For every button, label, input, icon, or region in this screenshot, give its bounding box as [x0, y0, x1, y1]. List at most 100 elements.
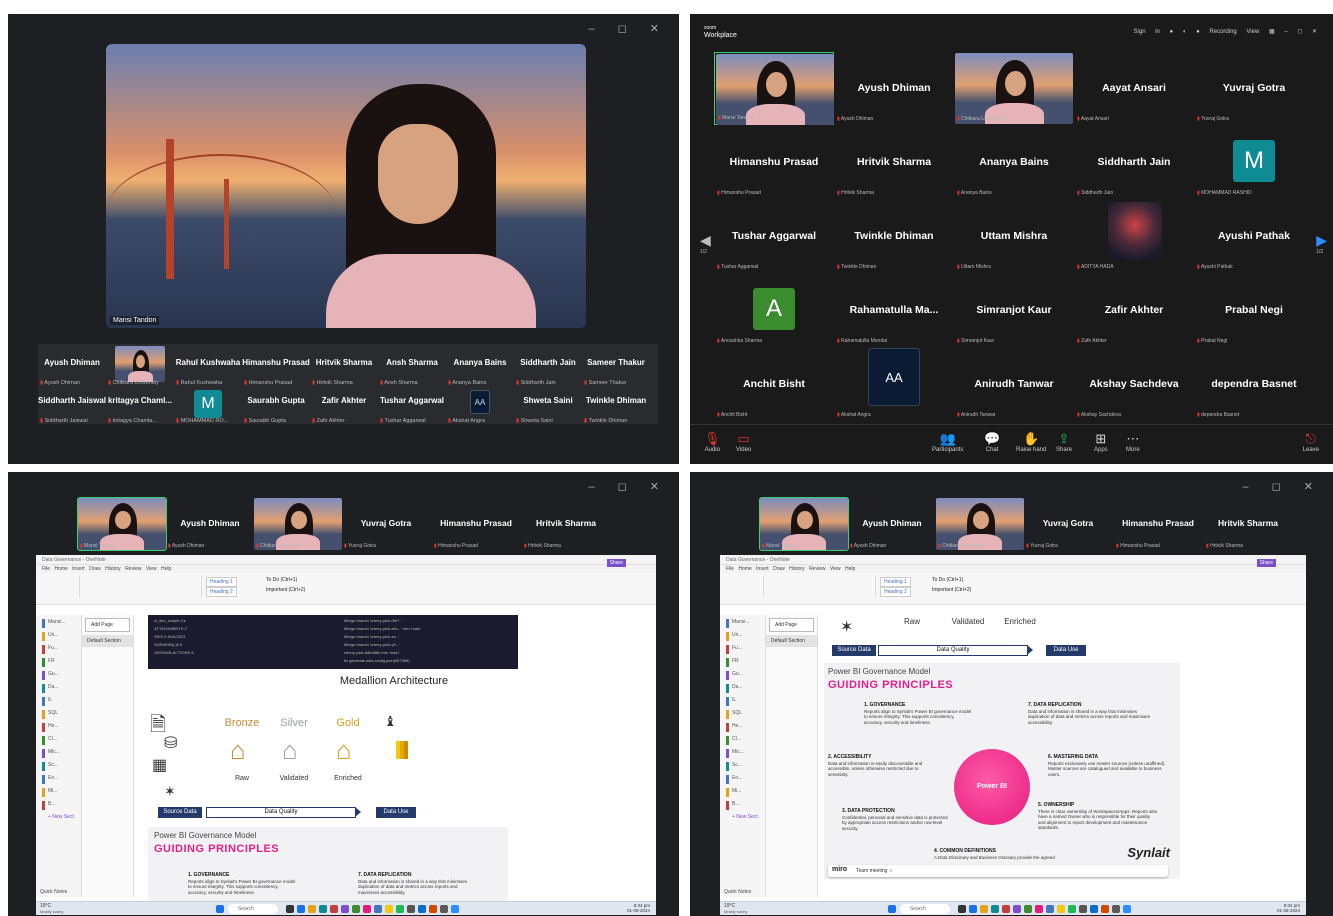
taskbar-app-icon[interactable]: [969, 905, 977, 913]
participant-tile[interactable]: Simranjot Kaur Simranjot Kaur: [954, 274, 1074, 347]
style-heading2[interactable]: Heading 2: [880, 587, 911, 597]
apps-button[interactable]: ⊞ Apps: [1094, 431, 1108, 453]
taskbar-app-icon[interactable]: [341, 905, 349, 913]
participant-tile[interactable]: Twinkle Dhiman Twinkle Dhiman: [834, 200, 954, 273]
participant-tile[interactable]: AA Akshat Angra: [834, 348, 954, 421]
participant-tile[interactable]: Saurabh Gupta Saurabh Gupta: [242, 390, 310, 426]
share-button[interactable]: Share: [606, 559, 626, 567]
audio-button[interactable]: 🎙 Audio: [704, 431, 721, 453]
participant-tile[interactable]: Twinkle Dhiman Twinkle Dhiman: [582, 390, 650, 426]
participant-tile[interactable]: Chitkara University: [936, 498, 1024, 550]
prev-page-arrow[interactable]: ◀ 1/2: [700, 232, 711, 255]
participant-tile[interactable]: ADITYA HADA: [1074, 200, 1194, 273]
taskbar-search[interactable]: Search: [228, 904, 278, 914]
sidebar-section[interactable]: Da...: [42, 684, 81, 693]
miro-board-name[interactable]: Team meeting ☆: [856, 868, 893, 874]
taskbar-app-icon[interactable]: [429, 905, 437, 913]
participant-tile[interactable]: Himanshu Prasad Himanshu Prasad: [1114, 498, 1202, 550]
quick-notes[interactable]: Quick Notes: [40, 889, 67, 895]
section-item[interactable]: Default Section: [82, 635, 133, 647]
add-page-button[interactable]: Add Page: [85, 618, 130, 632]
tag-important[interactable]: Important (Ctrl+2): [932, 587, 971, 593]
sidebar-section[interactable]: IL: [42, 697, 81, 706]
taskbar-app-icon[interactable]: [1035, 905, 1043, 913]
onenote-menu[interactable]: File Home Insert Draw History Review Vie…: [36, 565, 656, 573]
tag-important[interactable]: Important (Ctrl+2): [266, 587, 305, 593]
participant-tile[interactable]: Himanshu Prasad Himanshu Prasad: [432, 498, 520, 550]
sidebar-section[interactable]: Sc...: [726, 762, 765, 771]
participant-tile[interactable]: Chitkara University: [254, 498, 342, 550]
participant-tile[interactable]: Hritvik Sharma Hritvik Sharma: [1204, 498, 1292, 550]
sidebar-section[interactable]: FR: [42, 658, 81, 667]
participant-tile[interactable]: Yuvraj Gotra Yuvraj Gotra: [1024, 498, 1112, 550]
tag-todo[interactable]: To Do (Ctrl+1): [266, 577, 297, 583]
taskbar-app-icon[interactable]: [1046, 905, 1054, 913]
participant-tile[interactable]: Siddharth Jain Siddharth Jain: [514, 352, 582, 388]
taskbar[interactable]: 19°C Mostly sunny Search 8:34 pm 01-08-20…: [720, 901, 1306, 915]
sidebar-section[interactable]: He...: [726, 723, 765, 732]
tag-todo[interactable]: To Do (Ctrl+1): [932, 577, 963, 583]
participant-tile[interactable]: Akshay Sachdeva Akshay Sachdeva: [1074, 348, 1194, 421]
chat-button[interactable]: 💬 Chat: [984, 431, 1000, 453]
onenote-ribbon[interactable]: Heading 1 Heading 2 To Do (Ctrl+1) Impor…: [36, 559, 656, 605]
sidebar-section[interactable]: Sc...: [42, 762, 81, 771]
sidebar-section[interactable]: Fu...: [726, 645, 765, 654]
participant-tile[interactable]: Chitkara University: [106, 346, 174, 388]
taskbar-app-icon[interactable]: [1002, 905, 1010, 913]
quick-notes[interactable]: Quick Notes: [724, 889, 751, 895]
participant-tile[interactable]: Yuvraj Gotra Yuvraj Gotra: [1194, 52, 1314, 125]
participant-tile[interactable]: Anchit Bisht Anchit Bisht: [714, 348, 834, 421]
taskbar-app-icon[interactable]: [319, 905, 327, 913]
share-button[interactable]: ⇪ Share: [1056, 431, 1072, 453]
taskbar-app-icon[interactable]: [1123, 905, 1131, 913]
taskbar-app-icon[interactable]: [1079, 905, 1087, 913]
more-button[interactable]: ⋯ More: [1126, 431, 1140, 453]
participant-tile[interactable]: Prabal Negi Prabal Negi: [1194, 274, 1314, 347]
sidebar-section[interactable]: SQL: [726, 710, 765, 719]
participant-tile[interactable]: Rahamatulla Ma... Rahamatulla Mondal: [834, 274, 954, 347]
participant-tile[interactable]: Mansi Tandon: [77, 497, 167, 551]
sidebar-section[interactable]: He...: [42, 723, 81, 732]
onenote-menu[interactable]: File Home Insert Draw History Review Vie…: [720, 565, 1306, 573]
sidebar-section[interactable]: Mi...: [42, 788, 81, 797]
taskbar-app-icon[interactable]: [1101, 905, 1109, 913]
taskbar-app-icon[interactable]: [1090, 905, 1098, 913]
taskbar-app-icon[interactable]: [440, 905, 448, 913]
participant-tile[interactable]: A Anoushka Sharma: [714, 274, 834, 347]
sidebar-section[interactable]: Da...: [726, 684, 765, 693]
window-controls[interactable]: – ◻ ✕: [588, 480, 669, 493]
sidebar-section[interactable]: En...: [42, 775, 81, 784]
sidebar-section[interactable]: Mansi...: [726, 619, 765, 628]
participant-tile[interactable]: Rahul Kushwaha Rahul Kushwaha: [174, 352, 242, 388]
sidebar-section[interactable]: Gu...: [42, 671, 81, 680]
participant-tile[interactable]: Mansi Tandon: [714, 52, 834, 125]
taskbar-app-icon[interactable]: [330, 905, 338, 913]
participants-button[interactable]: 👥 Participants: [932, 431, 963, 453]
section-item[interactable]: Default Section: [766, 635, 817, 647]
share-button[interactable]: Share: [1256, 559, 1276, 567]
sidebar-section[interactable]: Mic...: [42, 749, 81, 758]
window-controls[interactable]: – ◻ ✕: [588, 22, 669, 35]
taskbar-app-icon[interactable]: [352, 905, 360, 913]
top-bar-controls[interactable]: Sign in ● ◐ ● Recording View ▦ – ◻ ✕: [1134, 28, 1317, 35]
participant-tile[interactable]: kritagya Chaml... kritagya Chamla...: [106, 390, 174, 426]
sidebar-section[interactable]: Cl...: [42, 736, 81, 745]
taskbar-app-icon[interactable]: [286, 905, 294, 913]
participant-tile[interactable]: Chitkara University: [954, 52, 1074, 125]
participant-tile[interactable]: MMOHAMMAD RO...: [174, 390, 242, 426]
taskbar-app-icon[interactable]: [363, 905, 371, 913]
start-icon[interactable]: [216, 905, 224, 913]
raise-hand-button[interactable]: ✋ Raise hand: [1016, 431, 1046, 453]
sidebar-section[interactable]: Cl...: [726, 736, 765, 745]
participant-tile[interactable]: M MOHAMMAD RASHID: [1194, 126, 1314, 199]
add-page-button[interactable]: Add Page: [769, 618, 814, 632]
taskbar-app-icon[interactable]: [385, 905, 393, 913]
sidebar-section[interactable]: Mic...: [726, 749, 765, 758]
participant-tile[interactable]: Siddharth Jain Siddharth Jain: [1074, 126, 1194, 199]
taskbar-app-icon[interactable]: [958, 905, 966, 913]
video-button[interactable]: ▭ Video: [736, 431, 751, 453]
taskbar-search[interactable]: Search: [900, 904, 950, 914]
participant-tile[interactable]: Hritvik Sharma Hritvik Sharma: [522, 498, 610, 550]
new-section-button[interactable]: + New Sect.: [726, 814, 765, 823]
sidebar-section[interactable]: IL: [726, 697, 765, 706]
